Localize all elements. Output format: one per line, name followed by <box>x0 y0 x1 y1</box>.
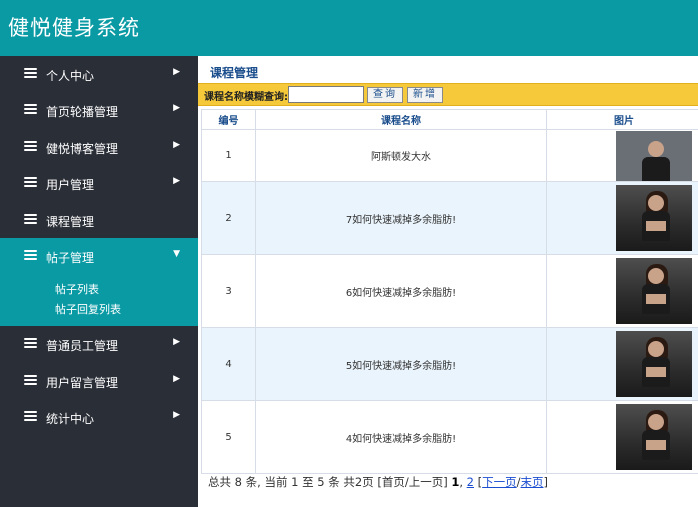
app-header: 健悦健身系统 <box>0 0 698 56</box>
table-row[interactable]: 4 5如何快速减掉多余脂肪! <box>201 327 698 401</box>
sidebar-item-posts[interactable]: 帖子管理 ▼ <box>0 237 198 275</box>
sidebar-item-carousel[interactable]: 首页轮播管理 ▶ <box>0 92 198 128</box>
page-title: 课程管理 <box>210 66 259 80</box>
sidebar-item-blog[interactable]: 健悦博客管理 ▶ <box>0 129 198 165</box>
menu-icon <box>24 249 37 261</box>
course-image <box>616 331 692 397</box>
pager-last[interactable]: 末页 <box>521 475 544 489</box>
cell-name: 6如何快速减掉多余脂肪! <box>255 254 547 328</box>
cell-id: 2 <box>201 181 256 255</box>
cell-id: 3 <box>201 254 256 328</box>
table-row[interactable]: 5 4如何快速减掉多余脂肪! <box>201 400 698 474</box>
sidebar-subitem-post-list[interactable]: 帖子列表 <box>0 280 198 300</box>
menu-icon <box>24 104 37 115</box>
sidebar-item-label: 健悦博客管理 <box>46 141 119 156</box>
chevron-right-icon: ▶ <box>173 373 180 384</box>
pagination: 总共 8 条, 当前 1 至 5 条 共2页 [首页/上一页] 1, 2 [下一… <box>208 475 549 489</box>
column-header-name: 课程名称 <box>255 109 547 130</box>
cell-id: 4 <box>201 327 256 401</box>
sidebar-item-label: 用户管理 <box>46 178 95 193</box>
chevron-down-icon: ▼ <box>173 248 180 259</box>
course-image <box>616 258 692 324</box>
menu-icon <box>24 338 37 349</box>
search-input[interactable] <box>288 86 364 103</box>
sidebar-item-messages[interactable]: 用户留言管理 ▶ <box>0 363 198 399</box>
add-button[interactable]: 新增 <box>407 87 443 103</box>
column-header-id: 编号 <box>201 109 256 130</box>
sidebar-subitem-reply-list[interactable]: 帖子回复列表 <box>0 300 198 320</box>
search-label: 课程名称模糊查询: <box>204 92 288 103</box>
cell-image <box>546 129 698 182</box>
pager-first-prev: [首页/上一页] <box>377 475 448 489</box>
chevron-right-icon: ▶ <box>173 410 180 421</box>
sidebar-item-label: 帖子管理 <box>46 250 95 265</box>
cell-name: 5如何快速减掉多余脂肪! <box>255 327 547 401</box>
course-image <box>616 185 692 251</box>
menu-icon <box>24 213 37 225</box>
chevron-right-icon: ▶ <box>173 103 180 114</box>
sidebar-submenu-posts: 帖子列表 帖子回复列表 <box>0 274 198 327</box>
sidebar-item-stats[interactable]: 统计中心 ▶ <box>0 399 198 435</box>
cell-id: 5 <box>201 400 256 474</box>
sidebar-item-users[interactable]: 用户管理 ▶ <box>0 165 198 201</box>
course-image <box>616 404 692 470</box>
cell-name: 4如何快速减掉多余脂肪! <box>255 400 547 474</box>
menu-icon <box>24 140 37 152</box>
sidebar: 个人中心 ▶ 首页轮播管理 ▶ 健悦博客管理 ▶ 用户管理 ▶ 课程管理 帖子管… <box>0 56 198 507</box>
cell-image <box>546 327 698 401</box>
table-row[interactable]: 3 6如何快速减掉多余脂肪! <box>201 254 698 328</box>
chevron-right-icon: ▶ <box>173 337 180 348</box>
chevron-right-icon: ▶ <box>173 176 180 187</box>
menu-icon <box>24 374 37 386</box>
sidebar-item-label: 用户留言管理 <box>46 375 119 390</box>
cell-id: 1 <box>201 129 256 182</box>
sidebar-item-label: 统计中心 <box>46 412 95 427</box>
menu-icon <box>24 177 37 188</box>
pager-next[interactable]: 下一页 <box>482 475 517 489</box>
cell-image <box>546 181 698 255</box>
column-header-image: 图片 <box>546 109 698 130</box>
table-row[interactable]: 1 阿斯顿发大水 <box>201 129 698 182</box>
pager-summary: 总共 8 条, 当前 1 至 5 条 共2页 <box>208 475 374 489</box>
sidebar-item-staff[interactable]: 普通员工管理 ▶ <box>0 326 198 362</box>
cell-image <box>546 400 698 474</box>
sidebar-item-label: 普通员工管理 <box>46 339 119 354</box>
course-table: 编号 课程名称 图片 1 阿斯顿发大水 2 7如何快速减掉多余脂肪! 3 6如何… <box>201 109 698 474</box>
menu-icon <box>24 68 37 79</box>
search-button[interactable]: 查询 <box>367 87 403 103</box>
chevron-right-icon: ▶ <box>173 139 180 150</box>
main-content: 课程管理 课程名称模糊查询: 查询 新增 编号 课程名称 图片 1 阿斯顿发大水… <box>198 56 698 507</box>
search-bar: 课程名称模糊查询: 查询 新增 <box>198 83 698 106</box>
menu-icon <box>24 411 37 422</box>
sidebar-item-label: 个人中心 <box>46 69 95 83</box>
sidebar-item-profile[interactable]: 个人中心 ▶ <box>0 56 198 92</box>
table-header-row: 编号 课程名称 图片 <box>201 109 698 130</box>
cell-image <box>546 254 698 328</box>
sidebar-item-courses[interactable]: 课程管理 <box>0 202 198 238</box>
chevron-right-icon: ▶ <box>173 67 180 77</box>
sidebar-item-label: 课程管理 <box>46 214 95 229</box>
pager-current-page: 1 <box>451 475 460 489</box>
cell-name: 7如何快速减掉多余脂肪! <box>255 181 547 255</box>
sidebar-item-label: 首页轮播管理 <box>46 105 119 120</box>
table-row[interactable]: 2 7如何快速减掉多余脂肪! <box>201 181 698 255</box>
cell-name: 阿斯顿发大水 <box>255 129 547 182</box>
course-image <box>616 130 692 181</box>
app-title: 健悦健身系统 <box>8 16 140 40</box>
pager-page-2[interactable]: 2 <box>467 475 474 489</box>
